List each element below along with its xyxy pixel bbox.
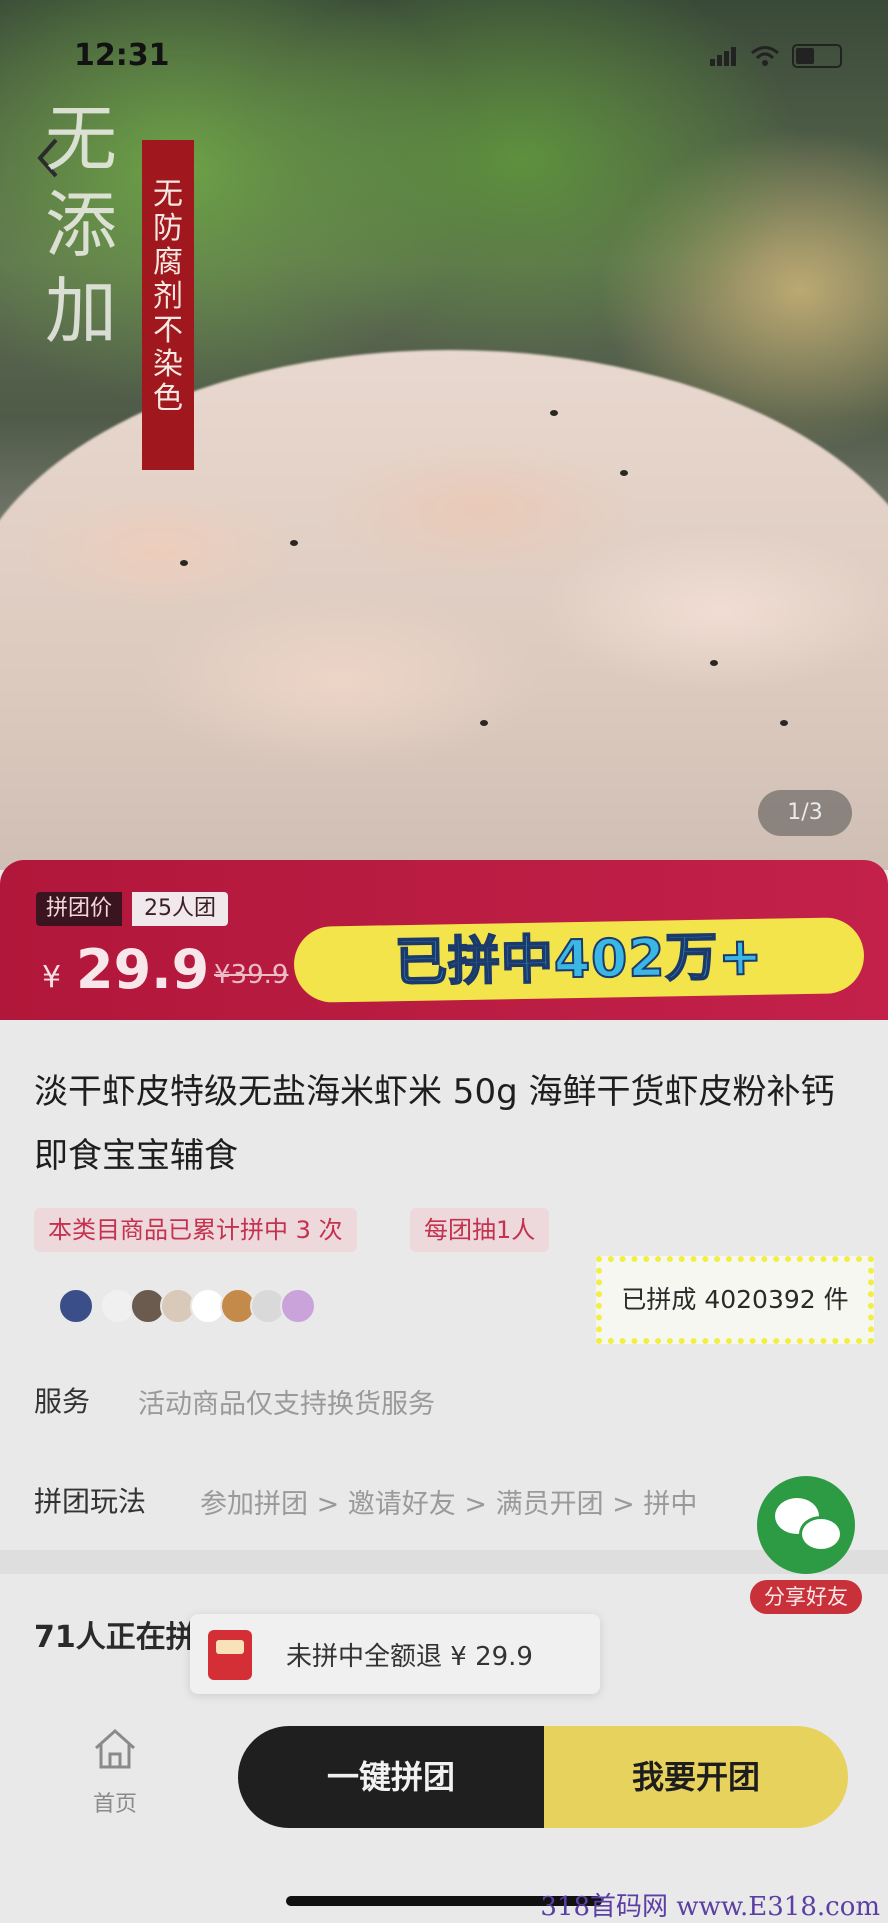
wifi-icon	[751, 46, 779, 66]
currency-symbol: ¥	[42, 960, 62, 995]
status-icons	[710, 44, 842, 68]
status-time: 12:31	[74, 38, 170, 73]
hero-slogan: 无添加	[44, 97, 117, 353]
photo-speck	[290, 540, 298, 546]
photo-speck	[550, 410, 558, 416]
avatar	[280, 1288, 316, 1324]
photo-speck	[180, 560, 188, 566]
sold-count: 已拼成 4020392 件	[596, 1256, 874, 1344]
photo-speck	[480, 720, 488, 726]
refund-text: 未拼中全额退 ¥ 29.9	[286, 1642, 533, 1672]
share-label: 分享好友	[750, 1580, 862, 1614]
refund-notice: 未拼中全额退 ¥ 29.9	[190, 1614, 600, 1694]
promo-badge: 已拼中402万+	[293, 917, 865, 1003]
photo-speck	[710, 660, 718, 666]
hero-banner: 无防腐剂 不染色	[142, 140, 194, 470]
participant-avatars	[58, 1288, 316, 1324]
service-label: 服务	[34, 1385, 91, 1418]
home-button[interactable]: 首页	[72, 1726, 158, 1818]
home-icon	[94, 1728, 136, 1769]
group-size-tag: 25人团	[132, 892, 228, 926]
home-label: 首页	[92, 1792, 137, 1817]
watermark: 318首码网 www.E318.com	[540, 1892, 880, 1922]
battery-icon	[792, 44, 842, 68]
original-price: ¥39.9	[214, 960, 289, 990]
product-title: 淡干虾皮特级无盐海米虾米 50g 海鲜干货虾皮粉补钙即食宝宝辅食	[34, 1072, 835, 1176]
group-price-tag: 拼团价	[36, 892, 123, 926]
photo-speck	[780, 720, 788, 726]
quick-join-button[interactable]: 一键拼团	[238, 1726, 544, 1828]
product-photo	[0, 350, 888, 870]
current-price: 29.9	[76, 938, 210, 1001]
group-play-steps[interactable]: 参加拼团 > 邀请好友 > 满员开团 > 拼中	[200, 1482, 697, 1521]
share-button[interactable]: 分享好友	[746, 1476, 866, 1614]
draw-tag: 每团抽1人	[410, 1208, 550, 1252]
image-counter: 1/3	[758, 790, 852, 836]
red-packet-icon	[208, 1630, 252, 1680]
price-bar: 拼团价 25人团 ¥ 29.9 ¥39.9 已拼中402万+	[0, 860, 888, 1020]
signal-icon	[710, 47, 736, 66]
promo-badge-text: 已拼中402万+	[393, 926, 764, 994]
photo-speck	[620, 470, 628, 476]
category-count-tag: 本类目商品已累计拼中 3 次	[34, 1208, 357, 1252]
avatar	[58, 1288, 94, 1324]
group-play-label: 拼团玩法	[34, 1485, 147, 1518]
start-group-button[interactable]: 我要开团	[544, 1726, 848, 1828]
service-value[interactable]: 活动商品仅支持换货服务	[138, 1382, 435, 1421]
product-image-carousel[interactable]: 12:31 无添加 无防腐剂 不染色 1/3	[0, 0, 888, 870]
wechat-icon	[757, 1476, 855, 1574]
